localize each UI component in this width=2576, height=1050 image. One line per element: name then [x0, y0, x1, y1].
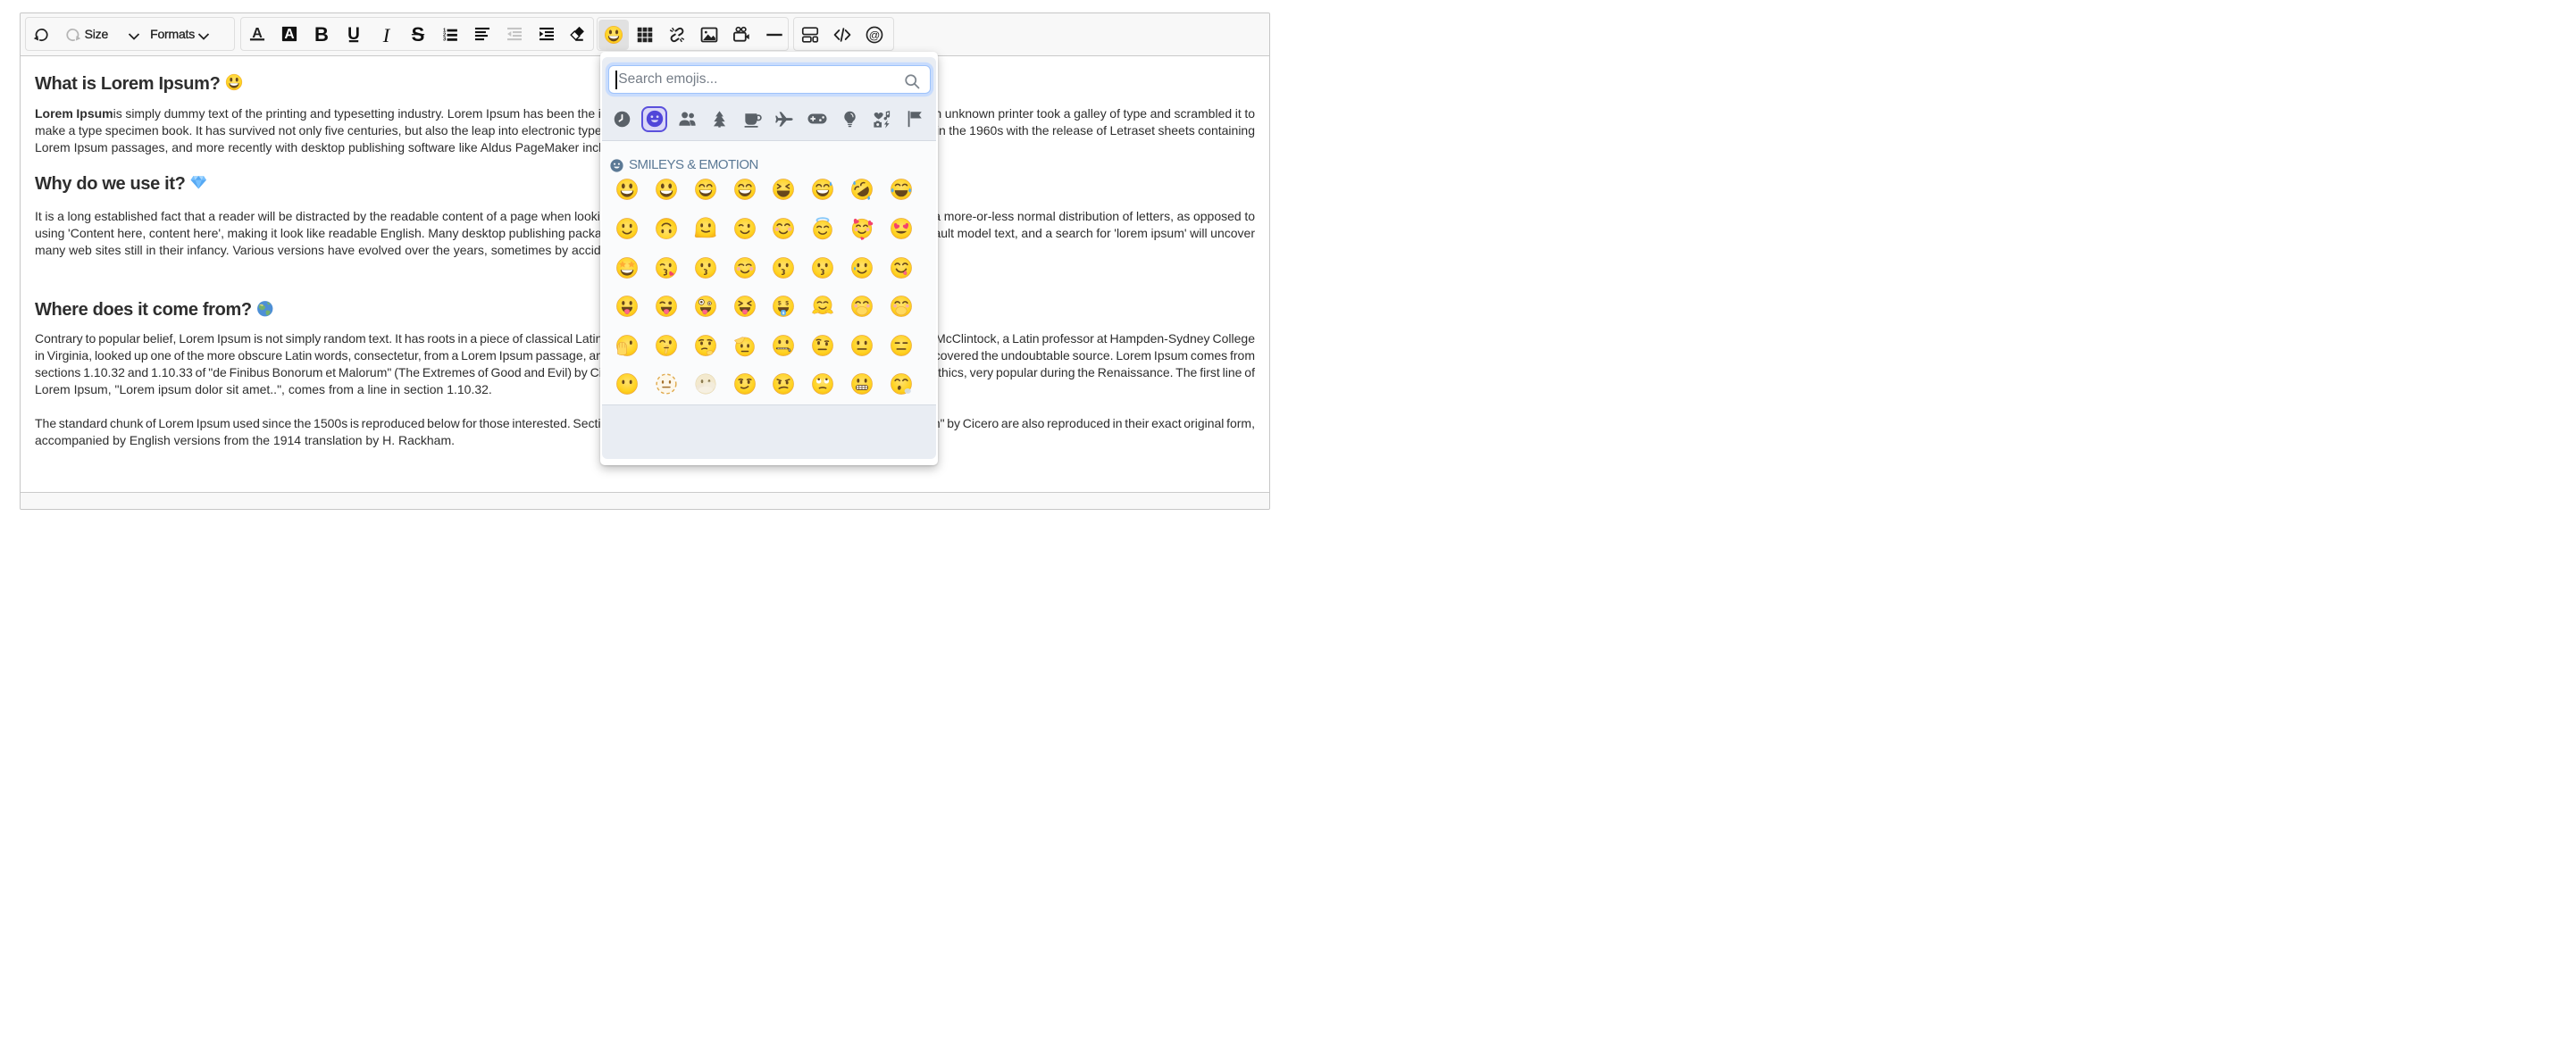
- svg-text:B: B: [314, 25, 329, 45]
- svg-text:@: @: [869, 29, 881, 41]
- svg-text:I: I: [381, 25, 390, 45]
- svg-text:A: A: [284, 27, 294, 42]
- svg-text:3: 3: [443, 38, 447, 43]
